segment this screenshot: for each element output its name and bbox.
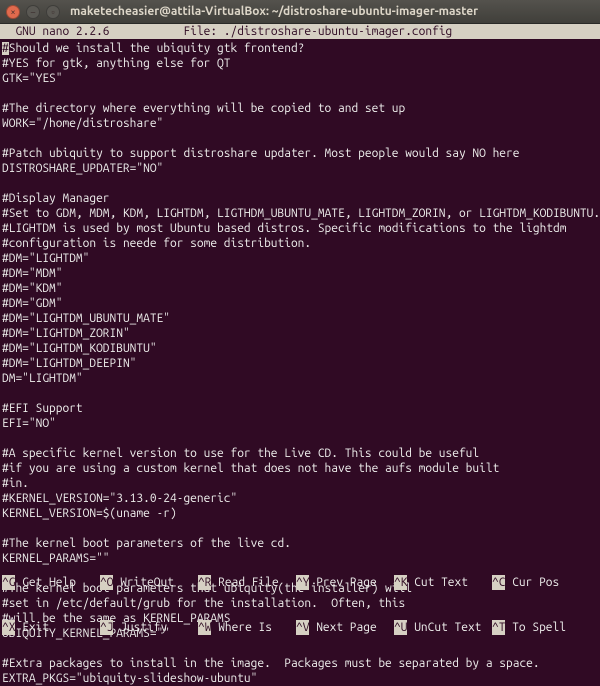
editor-line: WORK="/home/distroshare"	[2, 116, 598, 131]
key-get-help[interactable]: ^G	[2, 575, 15, 590]
label-cut-text: Cut Text	[414, 576, 468, 589]
key-justify[interactable]: ^J	[100, 620, 113, 635]
editor-line: #configuration is neede for some distrib…	[2, 236, 598, 251]
label-exit: Exit	[22, 621, 49, 634]
window-titlebar: × – ▫ maketecheasier@attila-VirtualBox: …	[0, 0, 600, 24]
editor-line: #DM="GDM"	[2, 296, 598, 311]
editor-line: #DM="LIGHTDM_UBUNTU_MATE"	[2, 311, 598, 326]
editor-line	[2, 521, 598, 536]
key-next-page[interactable]: ^V	[296, 620, 309, 635]
key-prev-page[interactable]: ^Y	[296, 575, 309, 590]
editor-line: #DM="LIGHTDM"	[2, 251, 598, 266]
editor-line	[2, 431, 598, 446]
editor-line: #Patch ubiquity to support distroshare u…	[2, 146, 598, 161]
editor-line: #KERNEL_VERSION="3.13.0-24-generic"	[2, 491, 598, 506]
key-exit[interactable]: ^X	[2, 620, 15, 635]
editor-line: #Should we install the ubiquity gtk fron…	[2, 41, 598, 56]
editor-line: #in.	[2, 476, 598, 491]
nano-version: GNU nano 2.2.6	[2, 25, 110, 38]
key-to-spell[interactable]: ^T	[492, 620, 505, 635]
nano-file-label: File: ./distroshare-ubuntu-imager.config	[183, 25, 452, 38]
nano-footer: ^G Get Help ^O WriteOut ^R Read File ^Y …	[0, 545, 600, 650]
label-where-is: Where Is	[218, 621, 272, 634]
editor-line: #Display Manager	[2, 191, 598, 206]
editor-line: GTK="YES"	[2, 71, 598, 86]
editor-line: DM="LIGHTDM"	[2, 371, 598, 386]
nano-header: GNU nano 2.2.6 File: ./distroshare-ubunt…	[0, 24, 600, 39]
editor-line: #DM="LIGHTDM_ZORIN"	[2, 326, 598, 341]
label-writeout: WriteOut	[120, 576, 174, 589]
editor-line: #DM="LIGHTDM_KODIBUNTU"	[2, 341, 598, 356]
cursor: #	[2, 42, 9, 55]
editor-line: #YES for gtk, anything else for QT	[2, 56, 598, 71]
label-read-file: Read File	[218, 576, 278, 589]
editor-line: #DM="KDM"	[2, 281, 598, 296]
editor-line: KERNEL_VERSION=$(uname -r)	[2, 506, 598, 521]
label-prev-page: Prev Page	[316, 576, 376, 589]
label-justify: Justify	[120, 621, 167, 634]
key-where-is[interactable]: ^W	[198, 620, 211, 635]
label-to-spell: To Spell	[512, 621, 566, 634]
close-icon[interactable]: ×	[6, 5, 20, 19]
key-cut-text[interactable]: ^K	[394, 575, 407, 590]
label-uncut-text: UnCut Text	[414, 621, 481, 634]
editor-line	[2, 386, 598, 401]
key-writeout[interactable]: ^O	[100, 575, 113, 590]
label-next-page: Next Page	[316, 621, 376, 634]
editor-line: #EFI Support	[2, 401, 598, 416]
editor-line: DISTROSHARE_UPDATER="NO"	[2, 161, 598, 176]
label-get-help: Get Help	[22, 576, 76, 589]
editor-line	[2, 176, 598, 191]
editor-line: #LIGHTDM is used by most Ubuntu based di…	[2, 221, 598, 236]
minimize-icon[interactable]: –	[26, 5, 40, 19]
key-cur-pos[interactable]: ^C	[492, 575, 505, 590]
editor-line: #Extra packages to install in the image.…	[2, 656, 598, 671]
editor-line: EFI="NO"	[2, 416, 598, 431]
editor-line: #if you are using a custom kernel that d…	[2, 461, 598, 476]
maximize-icon[interactable]: ▫	[46, 5, 60, 19]
editor-line: #Set to GDM, MDM, KDM, LIGHTDM, LIGTHDM_…	[2, 206, 598, 221]
editor-line: #DM="LIGHTDM_DEEPIN"	[2, 356, 598, 371]
editor-line	[2, 86, 598, 101]
key-read-file[interactable]: ^R	[198, 575, 211, 590]
editor-line	[2, 131, 598, 146]
editor-line: EXTRA_PKGS="ubiquity-slideshow-ubuntu"	[2, 671, 598, 686]
editor-line: #The directory where everything will be …	[2, 101, 598, 116]
window-title: maketecheasier@attila-VirtualBox: ~/dist…	[70, 5, 478, 18]
key-uncut-text[interactable]: ^U	[394, 620, 407, 635]
editor-line: #A specific kernel version to use for th…	[2, 446, 598, 461]
label-cur-pos: Cur Pos	[512, 576, 559, 589]
editor-line: #DM="MDM"	[2, 266, 598, 281]
